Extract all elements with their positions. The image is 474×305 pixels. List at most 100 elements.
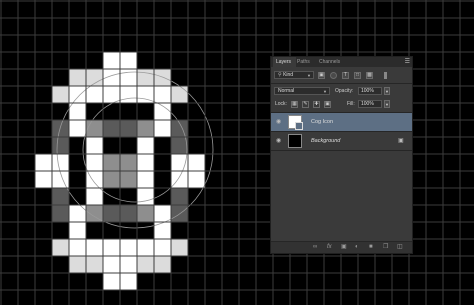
lock-all-icon[interactable]: ▣: [324, 101, 331, 108]
blend-mode-dropdown[interactable]: Normal ▼: [274, 87, 330, 95]
cog-pixel: [120, 171, 137, 188]
cog-pixel: [154, 205, 171, 222]
layer-row-background[interactable]: ◉ Background ▣: [271, 132, 412, 150]
cog-pixel: [154, 171, 171, 188]
cog-pixel: [35, 171, 52, 188]
cog-pixel: [86, 205, 103, 222]
filter-row: ⚲ Kind ▼ ▣ T □ ▩: [271, 69, 412, 81]
cog-pixel: [86, 239, 103, 256]
layer-name[interactable]: Cog Icon: [311, 118, 333, 126]
cog-pixel: [137, 137, 154, 154]
tab-channels[interactable]: Channels: [319, 57, 345, 67]
lock-row: Lock: ▦ ✎ ✚ ▣ Fill: 100% ▼: [271, 98, 412, 111]
cog-pixel: [137, 188, 154, 205]
smart-object-filter-icon[interactable]: ▩: [366, 72, 373, 79]
cog-pixel: [137, 154, 154, 171]
cog-pixel: [103, 52, 120, 69]
filter-kind-dropdown[interactable]: ⚲ Kind ▼: [274, 71, 314, 79]
cog-pixel: [120, 120, 137, 137]
cog-pixel: [69, 120, 86, 137]
cog-pixel: [137, 103, 154, 120]
search-icon: ⚲: [278, 72, 282, 78]
cog-pixel: [120, 273, 137, 290]
blend-row: Normal ▼ Opacity: 100% ▼: [271, 84, 412, 98]
trash-icon[interactable]: ◫: [397, 244, 403, 251]
group-icon[interactable]: ■: [369, 244, 373, 251]
cog-pixel: [69, 103, 86, 120]
cog-pixel: [120, 86, 137, 103]
cog-pixel: [35, 154, 52, 171]
cog-pixel: [154, 120, 171, 137]
cog-pixel: [120, 103, 137, 120]
cog-pixel: [120, 188, 137, 205]
layer-name[interactable]: Background: [311, 137, 340, 145]
shape-filter-icon[interactable]: □: [354, 72, 361, 79]
cog-pixel: [86, 222, 103, 239]
blend-mode-value: Normal: [278, 88, 295, 94]
visibility-eye-icon[interactable]: ◉: [276, 138, 281, 144]
cog-pixel: [154, 256, 171, 273]
tab-layers[interactable]: Layers: [273, 57, 296, 67]
link-layers-icon[interactable]: ∞: [313, 244, 317, 251]
cog-pixel: [103, 103, 120, 120]
layer-thumbnail: [288, 115, 303, 130]
cog-pixel: [171, 239, 188, 256]
type-filter-icon[interactable]: T: [342, 72, 349, 79]
opacity-label: Opacity:: [335, 88, 354, 94]
cog-pixel: [52, 154, 69, 171]
cog-pixel: [103, 154, 120, 171]
cog-pixel: [69, 86, 86, 103]
cog-pixel: [86, 86, 103, 103]
cog-pixel: [171, 188, 188, 205]
cog-pixel: [69, 69, 86, 86]
cog-pixel: [154, 137, 171, 154]
cog-pixel: [120, 256, 137, 273]
cog-pixel: [154, 154, 171, 171]
cog-pixel: [120, 205, 137, 222]
cog-pixel: [137, 239, 154, 256]
cog-pixel: [69, 256, 86, 273]
cog-pixel: [52, 188, 69, 205]
adjustment-filter-icon[interactable]: [330, 72, 337, 79]
lock-image-icon[interactable]: ✎: [302, 101, 309, 108]
fill-slider-button[interactable]: ▼: [384, 100, 390, 108]
opacity-slider-button[interactable]: ▼: [384, 87, 390, 95]
lock-position-icon[interactable]: ✚: [313, 101, 320, 108]
tab-paths[interactable]: Paths: [297, 57, 315, 67]
cog-pixel: [52, 205, 69, 222]
cog-pixel: [154, 239, 171, 256]
layer-mask-icon[interactable]: ▣: [341, 244, 347, 251]
fx-icon[interactable]: fx: [327, 244, 332, 251]
cog-pixel: [103, 205, 120, 222]
cog-pixel: [69, 171, 86, 188]
cog-pixel: [52, 239, 69, 256]
cog-pixel: [69, 205, 86, 222]
cog-pixel: [103, 256, 120, 273]
lock-transparent-icon[interactable]: ▦: [291, 101, 298, 108]
layer-row-cog-icon[interactable]: ◉ Cog Icon: [271, 113, 412, 131]
cog-pixel: [86, 256, 103, 273]
panel-tab-bar: Layers Paths Channels ☰: [271, 57, 412, 67]
cog-pixel: [103, 137, 120, 154]
cog-pixel: [103, 239, 120, 256]
cog-pixel: [120, 137, 137, 154]
cog-pixel: [86, 188, 103, 205]
new-layer-icon[interactable]: ❐: [383, 244, 388, 251]
lock-label: Lock:: [275, 101, 287, 107]
image-filter-icon[interactable]: ▣: [318, 72, 325, 79]
filter-toggle-icon[interactable]: [384, 72, 387, 79]
visibility-eye-icon[interactable]: ◉: [276, 119, 281, 125]
layer-thumbnail: [288, 134, 302, 148]
cog-pixel: [120, 154, 137, 171]
cog-pixel: [154, 86, 171, 103]
cog-pixel: [171, 86, 188, 103]
panel-menu-icon[interactable]: ☰: [405, 58, 410, 66]
filter-kind-label: Kind: [283, 72, 294, 78]
cog-pixel: [52, 120, 69, 137]
divider: [271, 150, 412, 151]
layers-panel: Layers Paths Channels ☰ ⚲ Kind ▼ ▣ T □ ▩…: [270, 56, 413, 254]
opacity-input[interactable]: 100%: [358, 87, 382, 95]
adjustment-layer-icon[interactable]: ◐: [355, 244, 359, 251]
cog-pixel: [86, 154, 103, 171]
fill-input[interactable]: 100%: [358, 100, 382, 108]
